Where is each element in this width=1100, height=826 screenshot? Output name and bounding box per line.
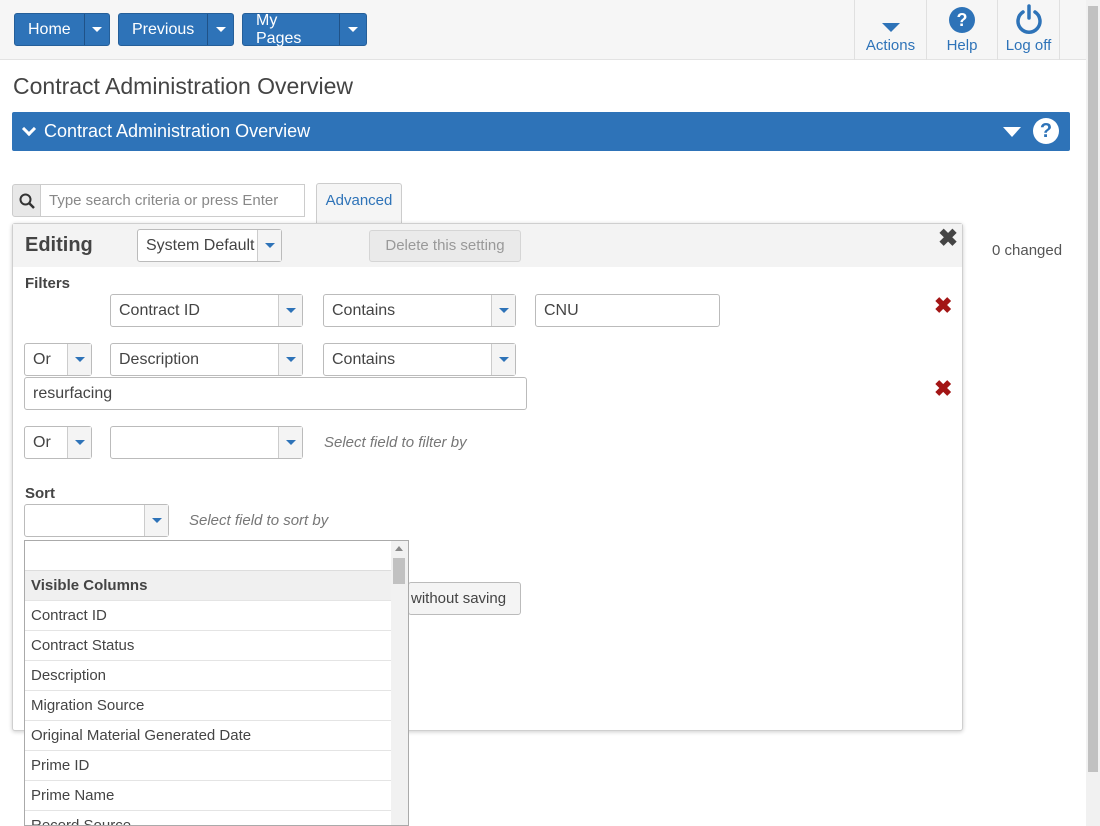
dropdown-search-input[interactable] [25,541,408,571]
filter-field-dropdown-button[interactable] [278,427,302,458]
dropdown-scrollbar-thumb[interactable] [393,558,405,584]
search-icon [19,193,35,209]
dropdown-option[interactable]: Record Source [25,811,392,825]
filter-operator-select[interactable]: Contains [323,343,516,376]
chevron-down-icon [285,308,296,313]
previous-button[interactable]: Previous [118,13,234,46]
delete-setting-button[interactable]: Delete this setting [369,230,521,262]
actions-menu[interactable]: Actions [854,0,926,60]
panel-menu-caret-icon[interactable] [1003,127,1021,137]
top-navbar: Home Previous My Pages Actions ? Help Lo… [0,0,1086,60]
dropdown-group-header: Visible Columns [25,571,392,601]
dropdown-option[interactable]: Original Material Generated Date [25,721,392,751]
chevron-down-icon [215,27,226,32]
chevron-down-icon [498,308,509,313]
panel-help-icon[interactable]: ? [1033,118,1059,144]
setting-dropdown-button[interactable] [257,230,281,261]
conjunction-dropdown-button[interactable] [67,427,91,458]
remove-filter-icon[interactable]: ✖ [934,376,952,402]
my-pages-button[interactable]: My Pages [242,11,367,47]
dropdown-option[interactable]: Migration Source [25,691,392,721]
previous-label: Previous [132,20,195,38]
conjunction-select[interactable]: Or [24,343,92,376]
filter-field-select[interactable] [110,426,303,459]
filters-label: Filters [25,275,71,292]
scroll-up-icon[interactable] [395,546,403,551]
editor-title: Editing [25,234,93,256]
help-label: Help [946,37,978,54]
chevron-down-icon [74,357,85,362]
dropdown-option[interactable]: Description [25,661,392,691]
help-button[interactable]: ? Help [926,0,997,60]
close-icon[interactable]: ✖ [938,224,958,253]
filter-hint: Select field to filter by [324,434,467,451]
actions-caret-icon [881,23,900,32]
my-pages-menu-caret[interactable] [339,14,366,45]
scrollbar-thumb[interactable] [1088,6,1098,772]
previous-menu-caret[interactable] [207,14,233,45]
search-icon-button[interactable] [12,184,41,217]
page-scrollbar[interactable] [1086,0,1100,826]
conjunction-dropdown-button[interactable] [67,344,91,375]
chevron-down-icon [74,440,85,445]
log-off-button[interactable]: Log off [997,0,1060,60]
dropdown-option[interactable]: Contract Status [25,631,392,661]
chevron-down-icon [91,27,102,32]
panel-title: Contract Administration Overview [44,121,311,141]
dropdown-scrollbar[interactable] [391,541,408,825]
sort-dropdown-button[interactable] [144,505,168,536]
home-label: Home [28,20,71,38]
setting-select[interactable]: System Default [137,229,282,262]
help-icon: ? [949,7,975,33]
dropdown-option[interactable]: Prime Name [25,781,392,811]
my-pages-label: My Pages [256,11,302,47]
chevron-down-icon [498,357,509,362]
remove-filter-icon[interactable]: ✖ [934,293,952,319]
advanced-tab[interactable]: Advanced [316,183,402,223]
svg-text:?: ? [957,10,968,30]
filter-operator-select[interactable]: Contains [323,294,516,327]
filter-operator-dropdown-button[interactable] [491,344,515,375]
filter-field-dropdown-button[interactable] [278,344,302,375]
filter-operator-dropdown-button[interactable] [491,295,515,326]
sort-hint: Select field to sort by [189,512,329,529]
dropdown-option[interactable]: Contract ID [25,601,392,631]
sort-field-select[interactable] [24,504,169,537]
home-button[interactable]: Home [14,13,110,46]
panel-header[interactable]: Contract Administration Overview ? [12,112,1070,151]
filter-field-dropdown-button[interactable] [278,295,302,326]
page-title: Contract Administration Overview [13,73,354,99]
conjunction-value: Or [33,351,51,368]
chevron-down-icon [285,357,296,362]
sort-field-dropdown-list[interactable]: Visible Columns Contract ID Contract Sta… [24,540,409,826]
home-menu-caret[interactable] [83,14,109,45]
close-without-saving-button[interactable]: without saving [408,582,521,615]
filter-field-value: Contract ID [119,302,200,319]
filter-operator-value: Contains [332,351,396,368]
search-input[interactable]: Type search criteria or press Enter [40,184,305,217]
actions-label: Actions [865,37,916,54]
filter-field-select[interactable]: Description [110,343,303,376]
conjunction-select[interactable]: Or [24,426,92,459]
chevron-down-icon [151,518,162,523]
dropdown-option[interactable]: Prime ID [25,751,392,781]
chevron-down-icon [285,440,296,445]
filter-operator-value: Contains [332,302,396,319]
filter-value-input[interactable]: CNU [535,294,720,327]
changed-count: 0 changed [992,242,1063,259]
filter-field-value: Description [119,351,200,368]
chevron-down-icon [348,27,359,32]
sort-label: Sort [25,485,55,502]
setting-value: System Default [146,237,255,254]
filter-field-select[interactable]: Contract ID [110,294,303,327]
conjunction-value: Or [33,434,51,451]
power-icon [1015,4,1042,34]
filter-value-input[interactable]: resurfacing [24,377,527,410]
log-off-label: Log off [1005,37,1052,54]
chevron-down-icon [264,243,275,248]
collapse-chevron-icon[interactable] [21,121,37,137]
